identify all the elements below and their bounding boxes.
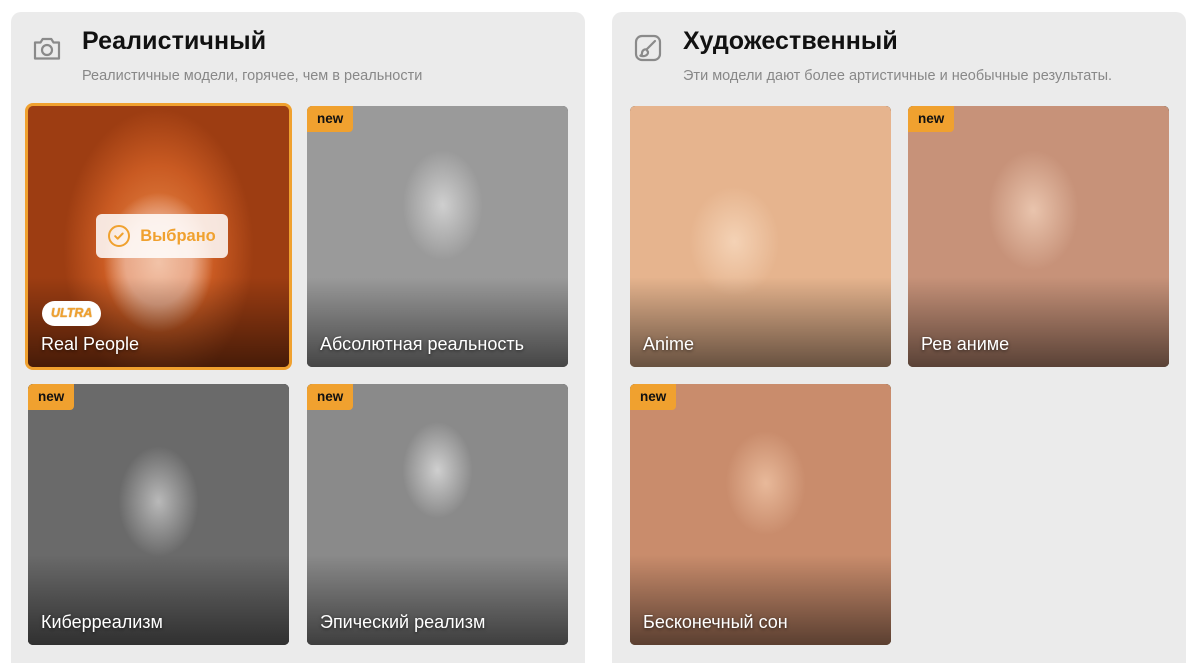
selected-indicator: Выбрано — [96, 214, 228, 258]
ultra-badge: ULTRA — [42, 301, 102, 326]
camera-icon — [31, 32, 63, 64]
model-card-label: Киберреализм — [41, 612, 163, 632]
artistic-section: Художественный Эти модели дают более арт… — [612, 12, 1186, 663]
model-card-label: Эпический реализм — [320, 612, 486, 632]
model-card-epic-realism[interactable]: new Эпический реализм — [307, 384, 568, 645]
model-card-label: Абсолютная реальность — [320, 334, 524, 354]
new-badge: new — [307, 106, 354, 132]
new-badge: new — [908, 106, 955, 132]
model-card-absolute-reality[interactable]: new Абсолютная реальность — [307, 106, 568, 367]
model-card-label: Рев аниме — [921, 334, 1010, 354]
selected-label: Выбрано — [140, 226, 216, 245]
section-subtitle: Эти модели дают более артистичные и необ… — [683, 68, 1113, 84]
model-card-infinite-dream[interactable]: new Бесконечный сон — [630, 384, 891, 645]
section-subtitle: Реалистичные модели, горячее, чем в реал… — [82, 68, 423, 84]
section-title: Реалистичный — [82, 27, 267, 55]
new-badge: new — [630, 384, 677, 410]
model-card-label: Бесконечный сон — [643, 612, 788, 632]
model-card-rev-anime[interactable]: new Рев аниме — [908, 106, 1169, 367]
model-card-real-people[interactable]: Выбрано ULTRA Real People — [25, 103, 292, 370]
new-badge: new — [307, 384, 354, 410]
check-circle-icon — [108, 225, 131, 247]
model-card-cyberrealism[interactable]: new Киберреализм — [28, 384, 289, 645]
model-card-label: Anime — [643, 334, 695, 354]
model-card-label: Real People — [41, 334, 140, 354]
model-card-anime[interactable]: Anime — [630, 106, 891, 367]
realistic-section: Реалистичный Реалистичные модели, горяче… — [11, 12, 585, 663]
palette-brush-icon — [632, 32, 664, 64]
new-badge: new — [28, 384, 75, 410]
section-title: Художественный — [683, 27, 898, 55]
